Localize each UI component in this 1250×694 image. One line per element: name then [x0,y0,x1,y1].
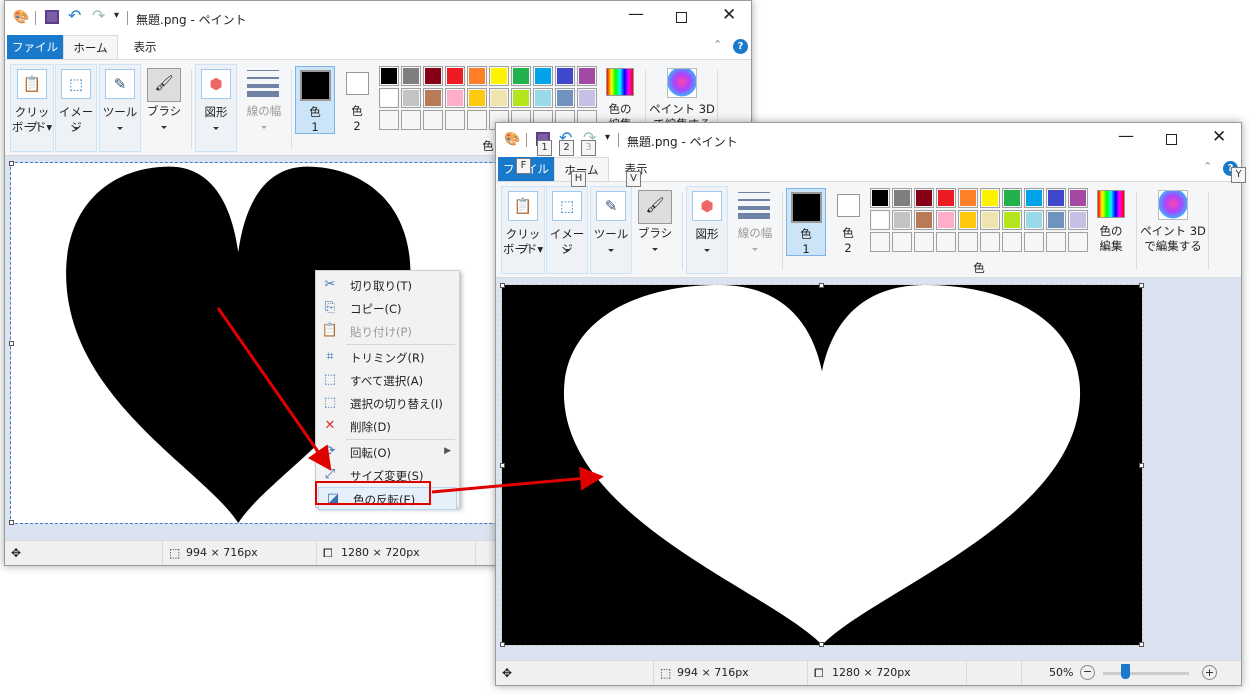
annotation-arrow-to-result [431,466,604,494]
annotation-arrow-to-menu [216,307,332,471]
highlight-box-invert-color [315,481,431,505]
annotation-overlay [216,307,604,505]
